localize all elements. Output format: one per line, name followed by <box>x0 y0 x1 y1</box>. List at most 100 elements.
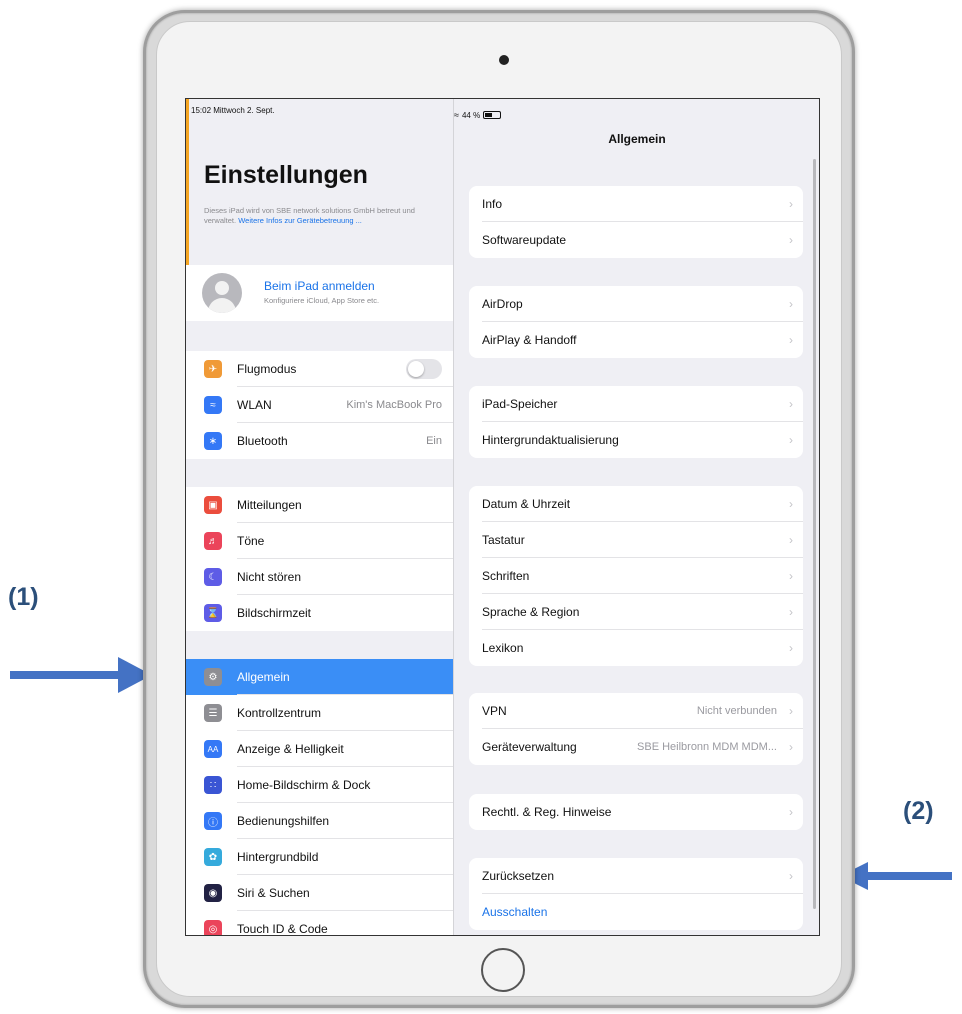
airplane-mode-toggle[interactable] <box>406 359 442 379</box>
chevron-right-icon: › <box>789 297 793 311</box>
sidebar-item-label: Hintergrundbild <box>237 850 319 864</box>
sidebar-title: Einstellungen <box>204 161 368 189</box>
bluetooth-value: Ein <box>426 435 442 447</box>
chevron-right-icon: › <box>789 533 793 547</box>
control-center-icon: ☰ <box>204 704 222 722</box>
sidebar-item-label: Touch ID & Code <box>237 922 328 935</box>
sidebar-item-flugmodus[interactable]: ✈ Flugmodus <box>186 351 453 387</box>
detail-group-3: iPad-Speicher › Hintergrundaktualisierung… <box>469 386 803 458</box>
sidebar-item-home-screen[interactable]: ∷ Home-Bildschirm & Dock <box>186 767 453 803</box>
detail-item-tastatur[interactable]: Tastatur › <box>469 522 803 558</box>
sidebar-item-label: Home-Bildschirm & Dock <box>237 778 371 792</box>
hourglass-icon: ⌛ <box>204 604 222 622</box>
sidebar-accent-bar <box>186 99 189 284</box>
detail-item-hintergrundaktualisierung[interactable]: Hintergrundaktualisierung › <box>469 422 803 458</box>
detail-group-5: VPN Nicht verbunden › Geräteverwaltung SBE … <box>469 693 803 765</box>
sidebar-item-label: Siri & Suchen <box>237 886 310 900</box>
detail-group-6: Rechtl. & Reg. Hinweise › <box>469 794 803 830</box>
chevron-right-icon: › <box>789 704 793 718</box>
detail-title: Allgemein <box>608 132 666 146</box>
chevron-right-icon: › <box>789 740 793 754</box>
sidebar-item-nicht-stoeren[interactable]: ☾ Nicht stören <box>186 559 453 595</box>
sidebar-item-label: Nicht stören <box>237 570 302 584</box>
wallpaper-icon: ✿ <box>204 848 222 866</box>
battery-icon <box>483 111 502 119</box>
detail-item-lexikon[interactable]: Lexikon › <box>469 630 803 666</box>
stage: (1) (2) 15:02 Mittwoch 2. Sept. ≈ 44 % E… <box>0 0 962 1014</box>
detail-item-label: Info <box>482 197 503 211</box>
sidebar-item-siri[interactable]: ◉ Siri & Suchen <box>186 875 453 911</box>
sidebar-item-wlan[interactable]: ≈ WLAN Kim's MacBook Pro <box>186 387 453 423</box>
sidebar-item-allgemein[interactable]: ⚙ Allgemein <box>186 659 453 695</box>
settings-sidebar[interactable]: Einstellungen Dieses iPad wird von SBE n… <box>186 99 454 935</box>
detail-item-label: VPN <box>482 704 507 718</box>
mdm-link[interactable]: Weitere Infos zur Gerätebetreuung ... <box>238 216 362 225</box>
annotation-arrow-1 <box>10 671 120 679</box>
detail-item-label: Zurücksetzen <box>482 869 555 883</box>
sidebar-item-label: Bluetooth <box>237 434 288 448</box>
sidebar-item-anzeige[interactable]: AA Anzeige & Helligkeit <box>186 731 453 767</box>
detail-item-datum[interactable]: Datum & Uhrzeit › <box>469 486 803 522</box>
sidebar-item-kontrollzentrum[interactable]: ☰ Kontrollzentrum <box>186 695 453 731</box>
detail-item-label: AirPlay & Handoff <box>482 333 577 347</box>
status-right: ≈ 44 % <box>454 105 819 125</box>
sidebar-item-touch-id[interactable]: ◎ Touch ID & Code <box>186 911 453 935</box>
detail-item-label: Schriften <box>482 569 530 583</box>
detail-item-zuruecksetzen[interactable]: Zurücksetzen › <box>469 858 803 894</box>
sidebar-item-mitteilungen[interactable]: ▣ Mitteilungen <box>186 487 453 523</box>
detail-item-label: Tastatur <box>482 533 525 547</box>
home-button[interactable] <box>481 948 525 992</box>
sidebar-item-hintergrundbild[interactable]: ✿ Hintergrundbild <box>186 839 453 875</box>
accessibility-icon: ⓘ <box>204 812 222 830</box>
chevron-right-icon: › <box>789 197 793 211</box>
wlan-value: Kim's MacBook Pro <box>346 399 442 411</box>
geraeteverwaltung-value: SBE Heilbronn MDM MDM... <box>637 741 777 753</box>
detail-scrollbar[interactable] <box>813 159 816 909</box>
fingerprint-icon: ◎ <box>204 920 222 935</box>
sidebar-item-label: Bildschirmzeit <box>237 606 312 620</box>
sidebar-item-bildschirmzeit[interactable]: ⌛ Bildschirmzeit <box>186 595 453 631</box>
sound-icon: ♬ <box>204 532 222 550</box>
sidebar-item-bedienungshilfen[interactable]: ⓘ Bedienungshilfen <box>186 803 453 839</box>
airplane-icon: ✈ <box>204 360 222 378</box>
chevron-right-icon: › <box>789 569 793 583</box>
detail-item-label: Lexikon <box>482 641 524 655</box>
sidebar-item-label: WLAN <box>237 398 272 412</box>
detail-group-1: Info › Softwareupdate › <box>469 186 803 258</box>
sidebar-item-toene[interactable]: ♬ Töne <box>186 523 453 559</box>
detail-item-ausschalten[interactable]: Ausschalten <box>469 894 803 930</box>
sign-in-row[interactable]: Beim iPad anmelden Konfiguriere iCloud, … <box>186 265 453 321</box>
detail-item-label: iPad-Speicher <box>482 397 558 411</box>
status-bar: 15:02 Mittwoch 2. Sept. ≈ 44 % <box>186 99 819 125</box>
chevron-right-icon: › <box>789 333 793 347</box>
detail-item-sprache[interactable]: Sprache & Region › <box>469 594 803 630</box>
detail-item-schriften[interactable]: Schriften › <box>469 558 803 594</box>
detail-item-ipad-speicher[interactable]: iPad-Speicher › <box>469 386 803 422</box>
siri-icon: ◉ <box>204 884 222 902</box>
moon-icon: ☾ <box>204 568 222 586</box>
status-time: 15:02 Mittwoch 2. Sept. <box>191 106 275 115</box>
detail-item-rechtl-hinweise[interactable]: Rechtl. & Reg. Hinweise › <box>469 794 803 830</box>
detail-item-airdrop[interactable]: AirDrop › <box>469 286 803 322</box>
detail-item-info[interactable]: Info › <box>469 186 803 222</box>
chevron-right-icon: › <box>789 433 793 447</box>
sign-in-title: Beim iPad anmelden <box>264 279 375 293</box>
notifications-icon: ▣ <box>204 496 222 514</box>
detail-item-geraeteverwaltung[interactable]: Geräteverwaltung SBE Heilbronn MDM MDM...… <box>469 729 803 765</box>
chevron-right-icon: › <box>789 497 793 511</box>
general-detail-pane[interactable]: Allgemein Info › Softwareupdate › AirDrop ›… <box>454 99 819 935</box>
detail-group-7: Zurücksetzen › Ausschalten <box>469 858 803 930</box>
wifi-status-icon: ≈ <box>454 110 459 120</box>
detail-item-label: Sprache & Region <box>482 605 580 619</box>
camera-icon <box>499 55 509 65</box>
detail-item-airplay[interactable]: AirPlay & Handoff › <box>469 322 803 358</box>
chevron-right-icon: › <box>789 233 793 247</box>
annotation-arrow-2 <box>866 872 952 880</box>
sidebar-item-bluetooth[interactable]: ∗ Bluetooth Ein <box>186 423 453 459</box>
vpn-value: Nicht verbunden <box>696 705 777 717</box>
sidebar-item-label: Mitteilungen <box>237 498 302 512</box>
sidebar-group-general: ⚙ Allgemein ☰ Kontrollzentrum AA Anzeige… <box>186 659 453 935</box>
sidebar-group-notifications: ▣ Mitteilungen ♬ Töne ☾ Nicht stören ⌛ B… <box>186 487 453 631</box>
detail-item-vpn[interactable]: VPN Nicht verbunden › <box>469 693 803 729</box>
detail-item-softwareupdate[interactable]: Softwareupdate › <box>469 222 803 258</box>
